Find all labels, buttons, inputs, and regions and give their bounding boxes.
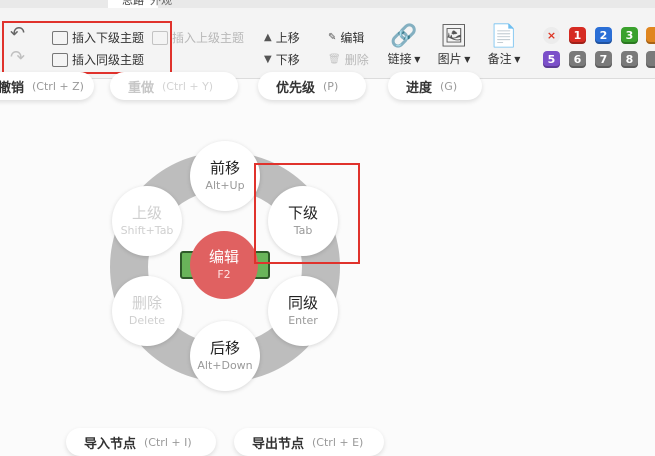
chevron-down-icon: ▼ bbox=[511, 55, 521, 64]
progress-shortcut-pill[interactable]: 进度 (G) bbox=[388, 72, 482, 100]
priority-9-button[interactable] bbox=[646, 51, 655, 68]
redo-shortcut-pill[interactable]: 重做 (Ctrl + Y) bbox=[110, 72, 238, 100]
export-node-pill[interactable]: 导出节点 (Ctrl + E) bbox=[234, 428, 384, 456]
priority-4-button[interactable] bbox=[646, 27, 655, 44]
note-button[interactable]: 📄 备注 ▼ bbox=[482, 24, 526, 67]
priority-2-button[interactable]: 2 bbox=[595, 27, 612, 44]
priority-3-button[interactable]: 3 bbox=[621, 27, 638, 44]
trash-icon: 🗑 bbox=[328, 54, 341, 65]
clear-priority-button[interactable]: × bbox=[543, 27, 560, 44]
radial-forward-button[interactable]: 前移 Alt+Up bbox=[190, 141, 260, 211]
image-icon: 🖼 bbox=[440, 24, 468, 49]
delete-button[interactable]: 🗑 删除 bbox=[328, 51, 369, 68]
radial-edit-button[interactable]: 编辑 F2 bbox=[190, 231, 258, 299]
move-down-button[interactable]: ▼ 下移 bbox=[264, 51, 300, 68]
chevron-down-icon: ▼ bbox=[461, 55, 471, 64]
priority-1-button[interactable]: 1 bbox=[569, 27, 586, 44]
radial-parent-button[interactable]: 上级 Shift+Tab bbox=[112, 186, 182, 256]
radial-delete-button[interactable]: 删除 Delete bbox=[112, 276, 182, 346]
radial-backward-button[interactable]: 后移 Alt+Down bbox=[190, 321, 260, 391]
priority-8-button[interactable]: 8 bbox=[621, 51, 638, 68]
radial-sibling-button[interactable]: 同级 Enter bbox=[268, 276, 338, 346]
link-button[interactable]: 🔗 链接 ▼ bbox=[382, 24, 426, 67]
tab-strip: 思路 外观 bbox=[0, 0, 655, 8]
highlight-child-node bbox=[254, 163, 360, 264]
priority-5-button[interactable]: 5 bbox=[543, 51, 560, 68]
chevron-down-icon: ▼ bbox=[411, 55, 421, 64]
pencil-icon: ✎ bbox=[328, 32, 337, 43]
arrow-up-icon: ▲ bbox=[264, 32, 272, 43]
arrow-down-icon: ▼ bbox=[264, 54, 272, 65]
image-button[interactable]: 🖼 图片 ▼ bbox=[432, 24, 476, 67]
priority-7-button[interactable]: 7 bbox=[595, 51, 612, 68]
note-icon: 📄 bbox=[490, 24, 518, 49]
link-icon: 🔗 bbox=[390, 24, 418, 49]
undo-shortcut-pill[interactable]: 撤销 (Ctrl + Z) bbox=[0, 72, 94, 100]
move-up-button[interactable]: ▲ 上移 bbox=[264, 29, 300, 46]
import-node-pill[interactable]: 导入节点 (Ctrl + I) bbox=[66, 428, 216, 456]
edit-button[interactable]: ✎ 编辑 bbox=[328, 29, 364, 46]
priority-6-button[interactable]: 6 bbox=[569, 51, 586, 68]
tab-appearance[interactable]: 外观 bbox=[150, 0, 172, 8]
priority-shortcut-pill[interactable]: 优先级 (P) bbox=[258, 72, 366, 100]
highlight-insert-group bbox=[2, 21, 172, 74]
